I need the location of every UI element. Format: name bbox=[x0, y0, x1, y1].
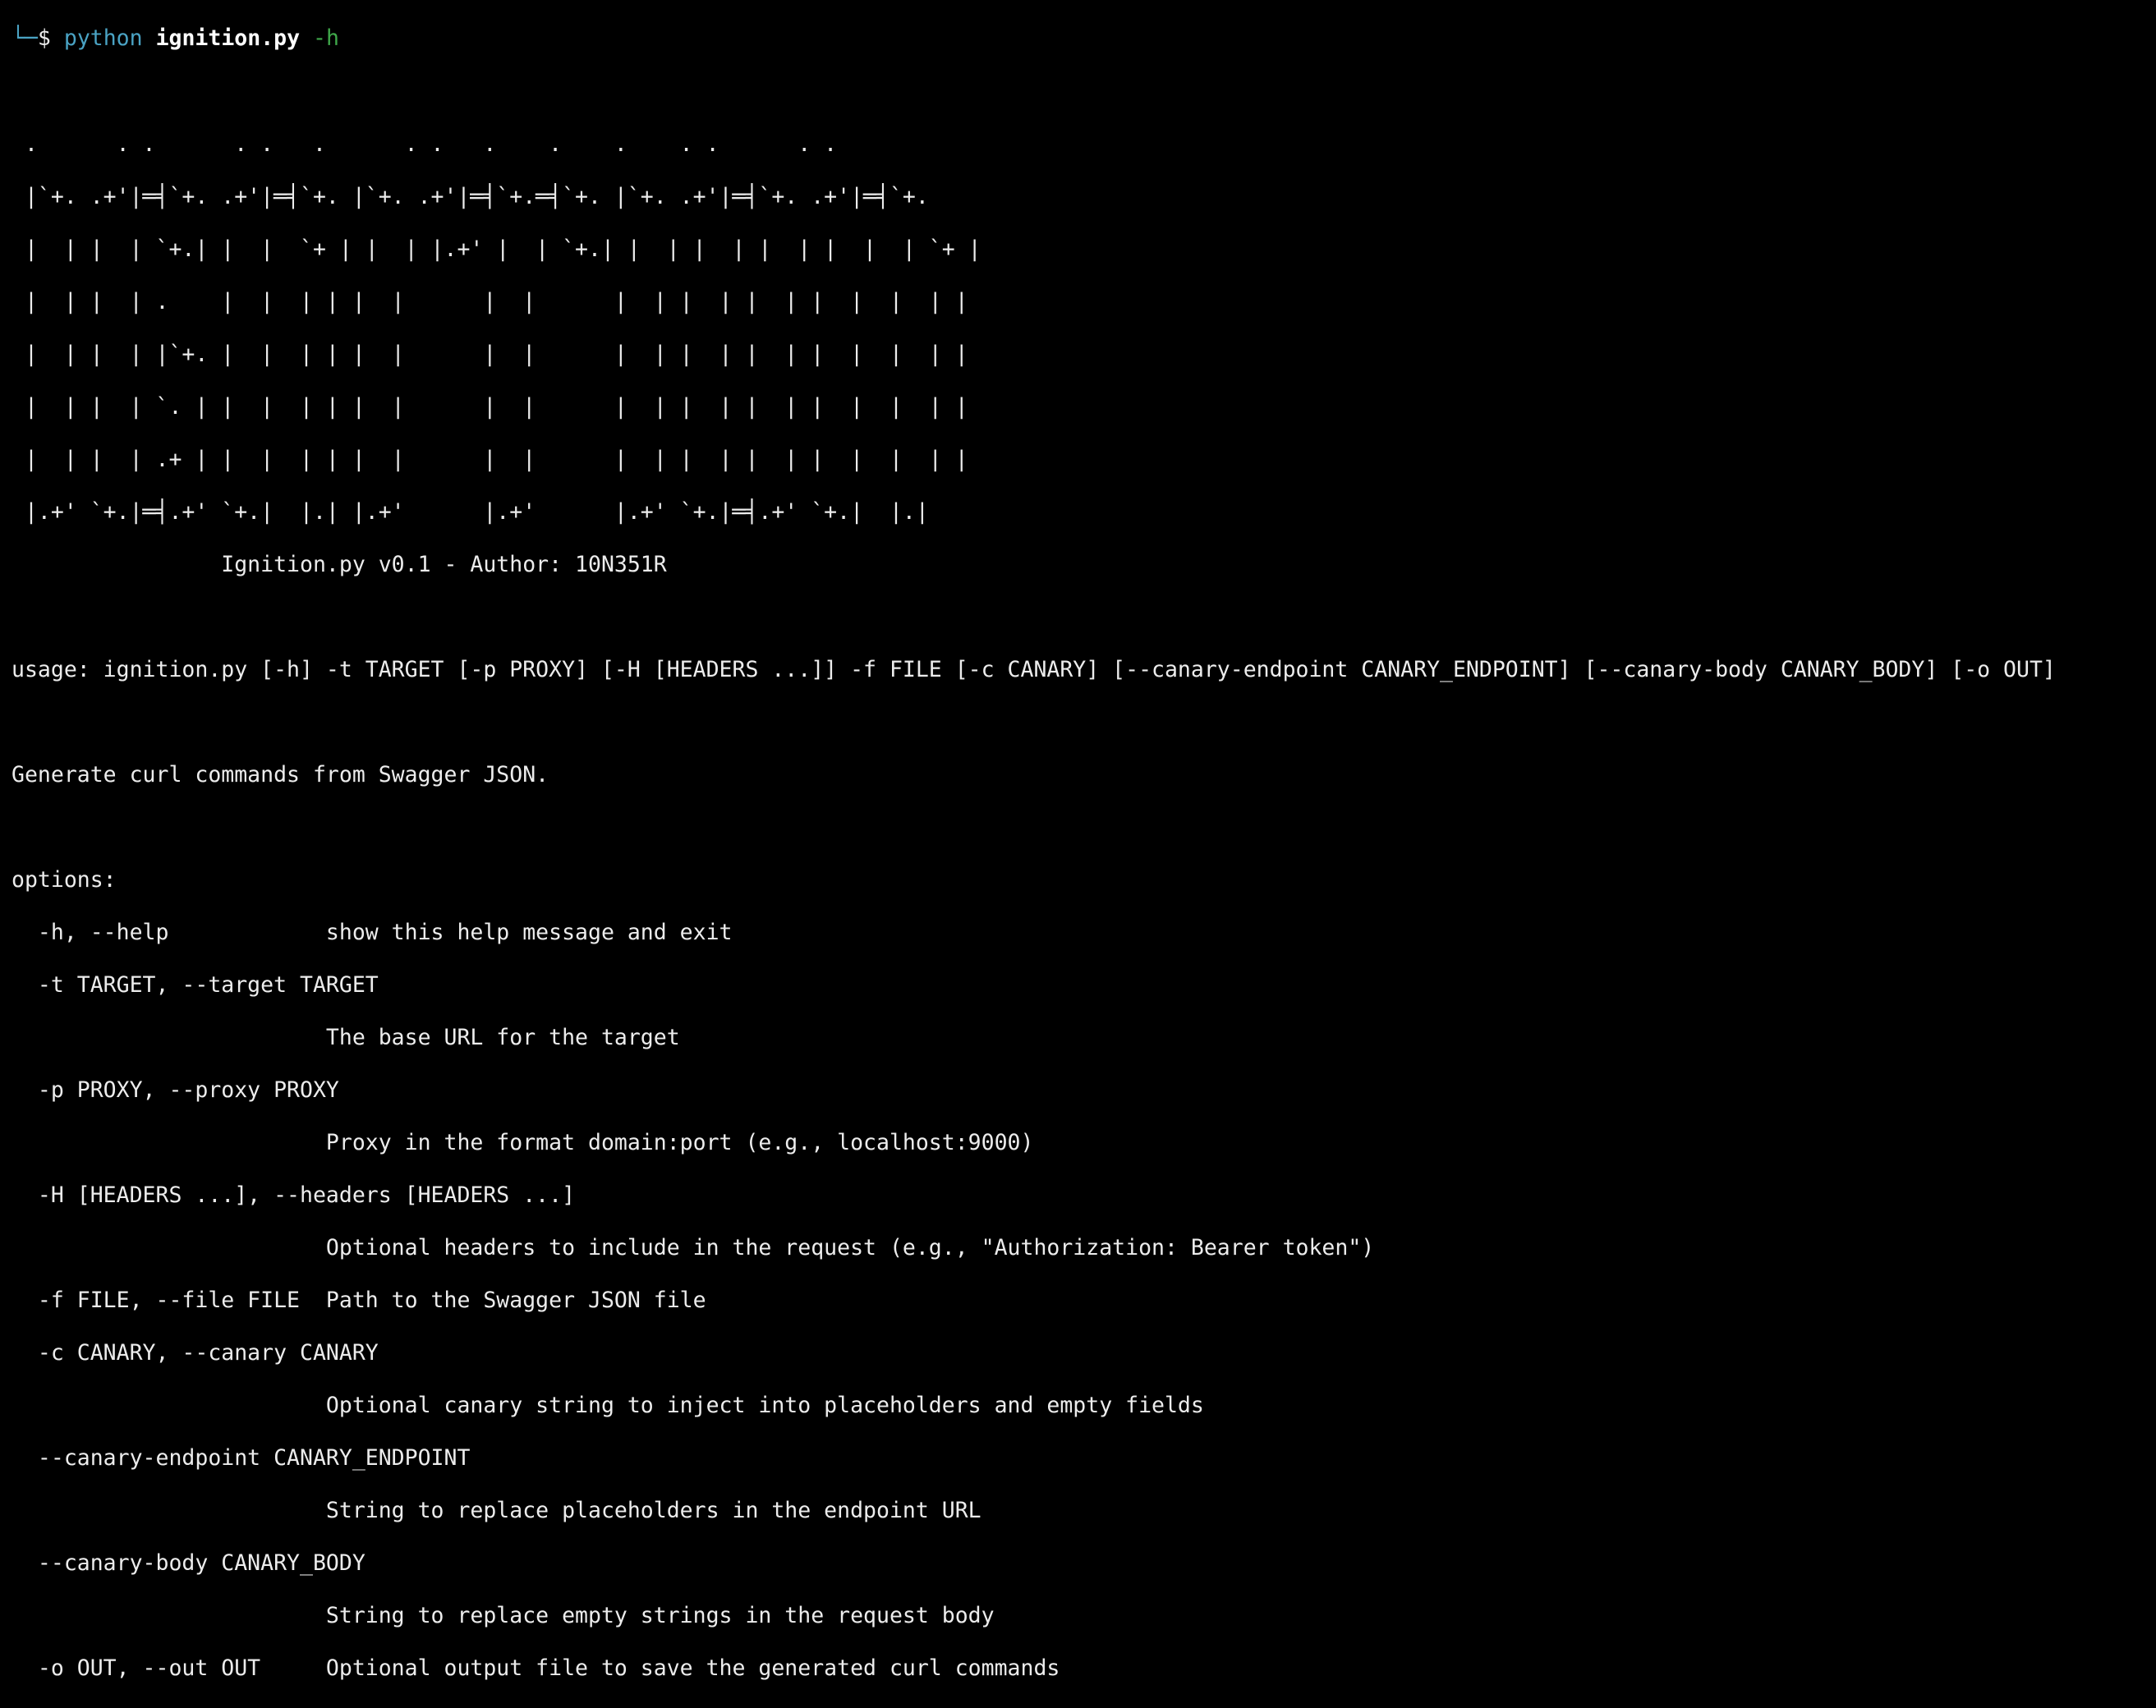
banner-line: |.+' `+.|═╡.+' `+.| |.| |.+' |.+' |.+' `… bbox=[11, 499, 929, 525]
banner-line: . . . . . . . . . . . . . . . bbox=[11, 131, 838, 157]
option-line: The base URL for the target bbox=[11, 1025, 680, 1050]
terminal-window[interactable]: └─$ python ignition.py -h . . . . . . . … bbox=[0, 0, 2156, 1681]
banner-line: | | | | `+.| | | `+ | | | |.+' | | `+.| … bbox=[11, 236, 981, 262]
option-line: -t TARGET, --target TARGET bbox=[11, 972, 379, 998]
banner-line: | | | | . | | | | | | | | | | | | | | | … bbox=[11, 289, 968, 315]
option-line: --canary-endpoint CANARY_ENDPOINT bbox=[11, 1445, 471, 1471]
prompt-script: ignition.py bbox=[155, 25, 301, 51]
option-line: -H [HEADERS ...], --headers [HEADERS ...… bbox=[11, 1182, 576, 1208]
option-line: -h, --help show this help message and ex… bbox=[11, 920, 733, 945]
prompt-flag: -h bbox=[313, 25, 339, 51]
usage-line: usage: ignition.py [-h] -t TARGET [-p PR… bbox=[11, 657, 2056, 682]
prompt-tree-glyph: └─ bbox=[11, 25, 38, 51]
option-line: -o OUT, --out OUT Optional output file t… bbox=[11, 1655, 1060, 1681]
option-line: String to replace empty strings in the r… bbox=[11, 1603, 995, 1628]
option-line: -p PROXY, --proxy PROXY bbox=[11, 1077, 339, 1103]
option-line: -f FILE, --file FILE Path to the Swagger… bbox=[11, 1288, 706, 1313]
option-line: Proxy in the format domain:port (e.g., l… bbox=[11, 1130, 1034, 1155]
option-line: Optional canary string to inject into pl… bbox=[11, 1393, 1204, 1418]
option-line: String to replace placeholders in the en… bbox=[11, 1498, 981, 1523]
prompt-dollar: $ bbox=[37, 25, 51, 51]
options-header: options: bbox=[11, 867, 117, 893]
banner-line: | | | | |`+. | | | | | | | | | | | | | |… bbox=[11, 342, 968, 367]
option-line: --canary-body CANARY_BODY bbox=[11, 1550, 365, 1576]
banner-line: | | | | `. | | | | | | | | | | | | | | |… bbox=[11, 394, 968, 420]
banner-line: | | | | .+ | | | | | | | | | | | | | | |… bbox=[11, 447, 968, 472]
banner-credit: Ignition.py v0.1 - Author: 10N351R bbox=[11, 552, 667, 577]
option-line: Optional headers to include in the reque… bbox=[11, 1235, 1375, 1260]
description-line: Generate curl commands from Swagger JSON… bbox=[11, 762, 549, 787]
banner-line: |`+. .+'|═╡`+. .+'|═╡`+. |`+. .+'|═╡`+.═… bbox=[11, 184, 929, 209]
option-line: -c CANARY, --canary CANARY bbox=[11, 1340, 379, 1366]
shell-prompt: └─$ python ignition.py -h bbox=[11, 25, 2156, 52]
prompt-command: python bbox=[63, 25, 143, 51]
